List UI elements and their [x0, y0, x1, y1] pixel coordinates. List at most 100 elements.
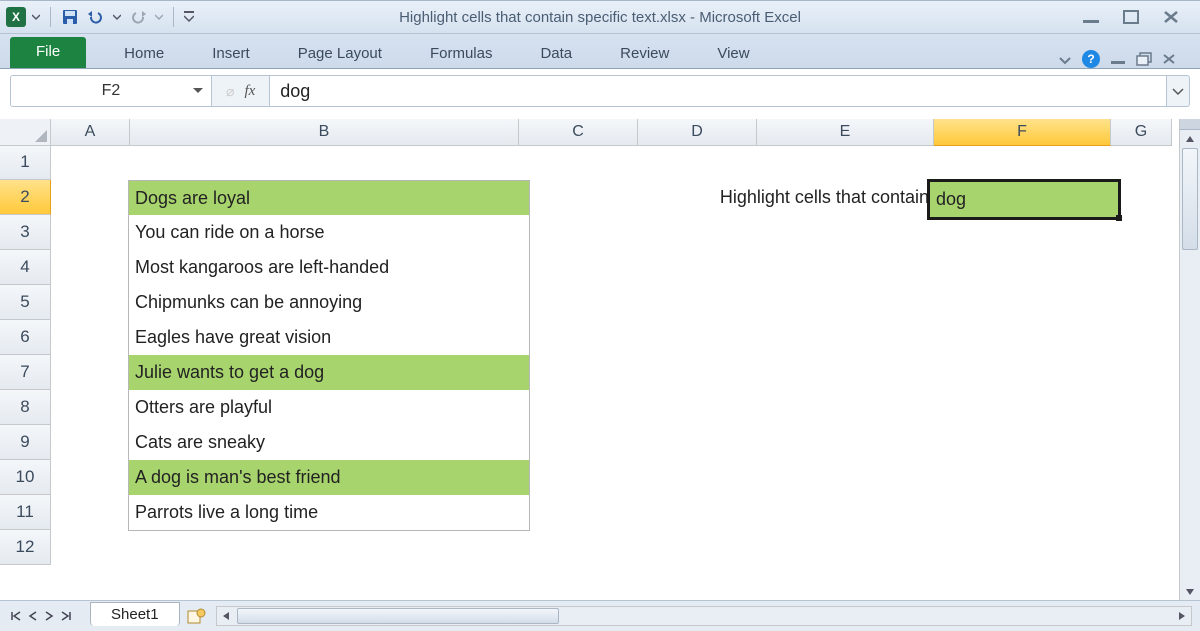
- customize-qat[interactable]: [182, 9, 196, 25]
- row-header-3[interactable]: 3: [0, 215, 51, 250]
- column-header-E[interactable]: E: [757, 119, 934, 146]
- cells-layer[interactable]: Dogs are loyalYou can ride on a horseMos…: [50, 145, 1179, 601]
- fill-handle[interactable]: [1116, 215, 1122, 221]
- ribbon-tab-data[interactable]: Data: [520, 39, 592, 68]
- minimize-icon: [1082, 10, 1100, 24]
- column-header-D[interactable]: D: [638, 119, 757, 146]
- row-header-12[interactable]: 12: [0, 530, 51, 565]
- excel-x-mark: X: [12, 10, 20, 24]
- formula-text: dog: [280, 81, 310, 102]
- cell-B5[interactable]: Chipmunks can be annoying: [128, 285, 530, 321]
- column-header-A[interactable]: A: [51, 119, 130, 146]
- title-bar: X Highlight cells that contain specific …: [0, 1, 1200, 34]
- minimize-button[interactable]: [1080, 9, 1102, 25]
- ribbon-tab-insert[interactable]: Insert: [192, 39, 270, 68]
- qat-separator-2: [173, 7, 174, 27]
- scroll-right-arrow[interactable]: [1173, 611, 1191, 621]
- cell-B6[interactable]: Eagles have great vision: [128, 320, 530, 356]
- maximize-icon: [1123, 10, 1139, 24]
- cell-B3[interactable]: You can ride on a horse: [128, 215, 530, 251]
- undo-button[interactable]: [85, 8, 107, 26]
- cell-B2[interactable]: Dogs are loyal: [128, 180, 530, 217]
- insert-function-button[interactable]: fx: [244, 83, 255, 100]
- active-cell-F2[interactable]: dog: [927, 179, 1121, 220]
- cell-B11[interactable]: Parrots live a long time: [128, 495, 530, 531]
- column-header-B[interactable]: B: [130, 119, 519, 146]
- column-header-C[interactable]: C: [519, 119, 638, 146]
- row-header-2[interactable]: 2: [0, 180, 51, 215]
- formula-input[interactable]: dog: [269, 76, 1166, 106]
- vertical-scrollbar[interactable]: [1179, 119, 1200, 601]
- cell-B4[interactable]: Most kangaroos are left-handed: [128, 250, 530, 286]
- maximize-button[interactable]: [1120, 9, 1142, 25]
- scroll-up-arrow[interactable]: [1180, 130, 1200, 148]
- cell-B7[interactable]: Julie wants to get a dog: [128, 355, 530, 391]
- next-sheet-button[interactable]: [42, 608, 56, 624]
- ribbon-tab-formulas[interactable]: Formulas: [410, 39, 513, 68]
- save-button[interactable]: [59, 6, 81, 28]
- row-header-1[interactable]: 1: [0, 145, 51, 180]
- name-box-value: F2: [102, 82, 121, 100]
- row-header-9[interactable]: 9: [0, 425, 51, 460]
- row-header-4[interactable]: 4: [0, 250, 51, 285]
- cell-B8[interactable]: Otters are playful: [128, 390, 530, 426]
- scroll-down-arrow[interactable]: [1180, 583, 1200, 601]
- new-sheet-icon: [187, 608, 207, 624]
- ribbon-tab-review[interactable]: Review: [600, 39, 689, 68]
- worksheet-area: ABCDEFG 123456789101112 Dogs are loyalYo…: [0, 119, 1200, 601]
- column-header-G[interactable]: G: [1111, 119, 1172, 146]
- prompt-label: Highlight cells that contain:: [516, 180, 942, 215]
- sheet-tab[interactable]: Sheet1: [90, 602, 180, 626]
- prev-sheet-button[interactable]: [26, 608, 40, 624]
- qat-separator: [50, 7, 51, 27]
- row-header-6[interactable]: 6: [0, 320, 51, 355]
- excel-window: X Highlight cells that contain specific …: [0, 0, 1200, 631]
- sheet-nav-buttons: [0, 608, 82, 624]
- scroll-left-arrow[interactable]: [217, 611, 235, 621]
- row-header-10[interactable]: 10: [0, 460, 51, 495]
- help-icon: ?: [1087, 52, 1094, 66]
- ribbon-tab-view[interactable]: View: [697, 39, 769, 68]
- undo-dropdown[interactable]: [111, 11, 123, 23]
- undo-icon: [87, 10, 105, 24]
- ribbon-tab-home[interactable]: Home: [104, 39, 184, 68]
- sheet-tab-strip: Sheet1: [0, 600, 1200, 631]
- ribbon-right-controls: ?: [1058, 50, 1190, 68]
- close-icon: [1163, 10, 1179, 24]
- mdi-minimize-button[interactable]: [1110, 53, 1126, 65]
- split-handle[interactable]: [1180, 119, 1200, 130]
- expand-formula-bar[interactable]: [1166, 76, 1189, 106]
- row-header-11[interactable]: 11: [0, 495, 51, 530]
- row-header-5[interactable]: 5: [0, 285, 51, 320]
- formula-bar: F2 ⌀ fx dog: [10, 75, 1190, 107]
- first-sheet-button[interactable]: [8, 608, 24, 624]
- excel-app-icon[interactable]: X: [6, 7, 26, 27]
- vscroll-thumb[interactable]: [1182, 148, 1198, 250]
- name-box-dropdown-icon[interactable]: [193, 86, 203, 96]
- save-icon: [61, 8, 79, 26]
- row-header-8[interactable]: 8: [0, 390, 51, 425]
- vscroll-track[interactable]: [1180, 148, 1200, 583]
- column-headers: ABCDEFG: [0, 119, 1179, 145]
- file-tab[interactable]: File: [10, 37, 86, 68]
- hscroll-thumb[interactable]: [237, 608, 559, 624]
- horizontal-scrollbar[interactable]: [216, 606, 1192, 626]
- mdi-restore-button[interactable]: [1136, 52, 1152, 66]
- row-header-7[interactable]: 7: [0, 355, 51, 390]
- help-button[interactable]: ?: [1082, 50, 1100, 68]
- new-sheet-button[interactable]: [186, 607, 208, 625]
- redo-dropdown[interactable]: [153, 11, 165, 23]
- column-header-F[interactable]: F: [934, 119, 1111, 146]
- qat-dropdown[interactable]: [30, 11, 42, 23]
- ribbon-minimize-icon[interactable]: [1058, 53, 1072, 65]
- close-button[interactable]: [1160, 9, 1182, 25]
- select-all-corner[interactable]: [0, 119, 51, 146]
- cell-B10[interactable]: A dog is man's best friend: [128, 460, 530, 496]
- name-box[interactable]: F2: [11, 76, 212, 106]
- last-sheet-button[interactable]: [58, 608, 74, 624]
- mdi-close-button[interactable]: [1162, 53, 1176, 65]
- cell-B9[interactable]: Cats are sneaky: [128, 425, 530, 461]
- ribbon-tab-page-layout[interactable]: Page Layout: [278, 39, 402, 68]
- redo-button[interactable]: [127, 8, 149, 26]
- hscroll-track[interactable]: [235, 607, 1173, 625]
